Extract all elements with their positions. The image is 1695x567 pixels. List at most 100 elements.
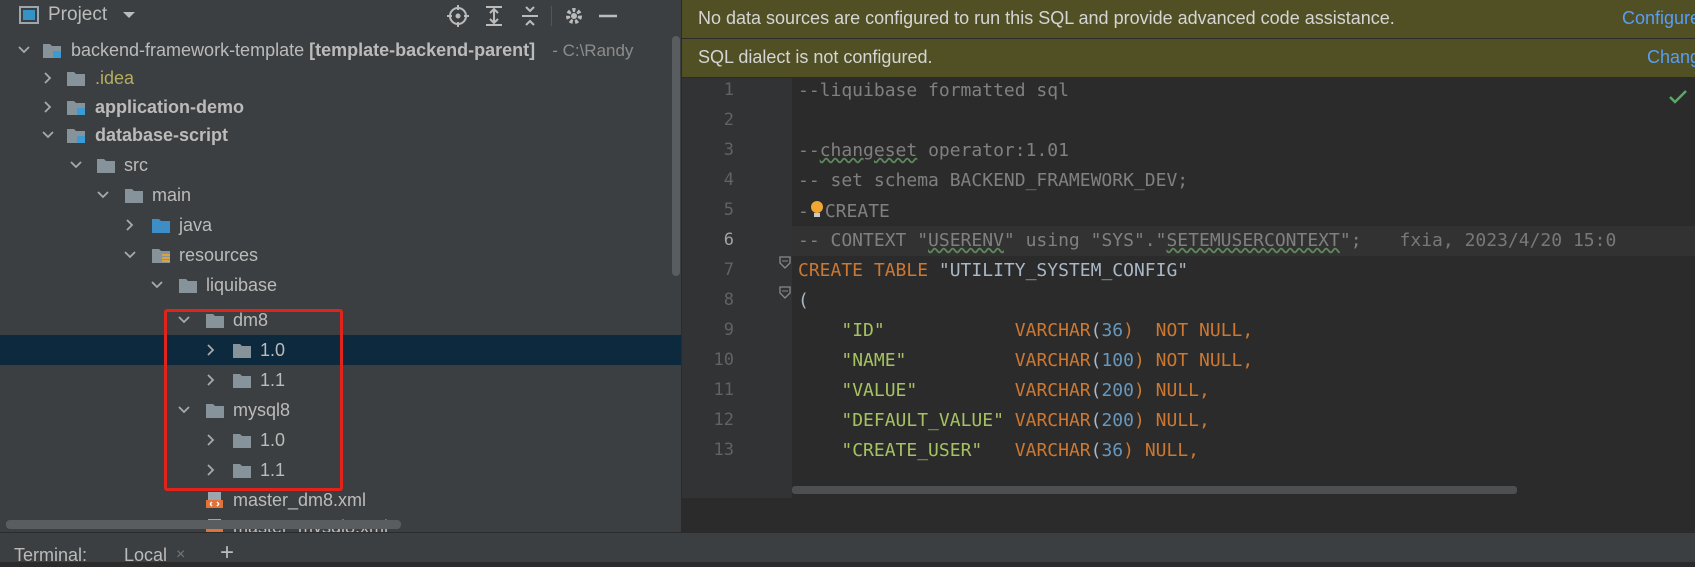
tree-item-liquibase[interactable]: liquibase	[0, 270, 681, 300]
keyword: ) NOT NULL,	[1123, 320, 1254, 341]
chevron-down-icon[interactable]	[18, 44, 30, 56]
comment-text: -- CONTEXT "	[798, 230, 929, 251]
chevron-down-icon[interactable]	[122, 8, 136, 22]
editor-horizontal-scrollbar[interactable]	[792, 486, 1517, 494]
tree-item-mysql8-1-0[interactable]: 1.0	[0, 425, 681, 455]
tree-item-backend-framework-template[interactable]: backend-framework-template [template-bac…	[0, 35, 681, 65]
close-tab-icon[interactable]: ×	[176, 546, 185, 564]
fold-icon[interactable]	[779, 256, 791, 270]
line-number: 4	[723, 170, 734, 190]
terminal-title[interactable]: Terminal:	[14, 545, 87, 566]
tab-local[interactable]: Local	[124, 545, 167, 566]
tree-item-label: main	[152, 185, 192, 205]
tree-item-label: src	[124, 155, 148, 175]
tree-vertical-scrollbar[interactable]	[672, 36, 680, 276]
tree-item-label: dm8	[233, 310, 269, 330]
chevron-down-icon[interactable]	[178, 314, 190, 326]
module-folder-icon	[67, 129, 85, 143]
terminal-tool-window-bar: Terminal: Local × +	[0, 532, 1695, 566]
expand-all-icon[interactable]	[482, 4, 506, 28]
tree-item-label: application-demo	[95, 97, 245, 117]
line-number: 11	[713, 380, 734, 400]
tree-item-dm8[interactable]: dm8	[0, 305, 681, 335]
column-name: "VALUE"	[841, 380, 918, 401]
project-header: Project	[0, 0, 681, 32]
chevron-right-icon[interactable]	[42, 101, 54, 113]
code-line-1: --liquibase formatted sql	[798, 80, 1069, 101]
new-tab-button[interactable]: +	[220, 539, 234, 567]
project-panel: Project backend-framework-template [temp…	[0, 0, 681, 532]
tree-item-java[interactable]: java	[0, 210, 681, 240]
chevron-right-icon[interactable]	[205, 344, 217, 356]
tree-item-idea[interactable]: .idea	[0, 63, 681, 93]
tree-item-src[interactable]: src	[0, 150, 681, 180]
tree-item-label: 1.1	[260, 460, 286, 480]
fold-icon[interactable]	[779, 286, 791, 300]
tree-item-label: .idea	[95, 68, 135, 88]
code-line-10: "NAME" VARCHAR(100) NOT NULL,	[841, 350, 1254, 371]
module-path-label: - C:\Randy	[552, 41, 634, 60]
keyword: ) NULL,	[1123, 440, 1200, 461]
sql-editor[interactable]: 1 2 3 4 5 6 7 8 9 10 11 12 13 --liquibas…	[682, 78, 1695, 498]
code-line-11: "VALUE" VARCHAR(200) NULL,	[841, 380, 1210, 401]
locate-icon[interactable]	[446, 4, 470, 28]
tree-item-label: master_dm8.xml	[233, 490, 367, 510]
code-line-12: "DEFAULT_VALUE" VARCHAR(200) NULL,	[841, 410, 1210, 431]
chevron-right-icon[interactable]	[205, 374, 217, 386]
tree-item-label: java	[179, 215, 213, 235]
code-line-4: -- set schema BACKEND_FRAMEWORK_DEV;	[798, 170, 1188, 191]
configure-link[interactable]: Configure	[1622, 8, 1695, 29]
line-number: 2	[723, 110, 734, 130]
minimize-icon[interactable]	[596, 4, 620, 28]
chevron-right-icon[interactable]	[42, 72, 54, 84]
inspection-ok-check-icon[interactable]	[1669, 90, 1687, 104]
code-line-13: "CREATE_USER" VARCHAR(36) NULL,	[841, 440, 1200, 461]
git-blame-annotation: fxia, 2023/4/20 15:0	[1399, 230, 1617, 251]
tree-item-resources[interactable]: resources	[0, 240, 681, 270]
xml-file-icon	[206, 492, 223, 508]
chevron-right-icon[interactable]	[205, 464, 217, 476]
folder-icon	[233, 344, 251, 358]
keyword: VARCHAR	[1014, 350, 1091, 371]
line-number-gutter: 1 2 3 4 5 6 7 8 9 10 11 12 13	[682, 78, 792, 498]
line-number: 12	[713, 410, 734, 430]
header-divider	[551, 6, 552, 26]
chevron-down-icon[interactable]	[97, 189, 109, 201]
tree-horizontal-scrollbar[interactable]	[6, 520, 401, 529]
tree-item-database-script[interactable]: database-script	[0, 120, 681, 150]
tree-item-label: resources	[179, 245, 259, 265]
line-number: 5	[723, 200, 734, 220]
module-folder-icon	[67, 101, 85, 115]
project-title[interactable]: Project	[48, 4, 107, 26]
chevron-down-icon[interactable]	[151, 279, 163, 291]
comment-text: CREATE	[824, 201, 890, 222]
chevron-down-icon[interactable]	[124, 249, 136, 261]
chevron-right-icon[interactable]	[205, 434, 217, 446]
code-line-6: -- CONTEXT "USERENV" using "SYS"."SETEMU…	[798, 230, 1616, 251]
lightbulb-icon[interactable]	[809, 200, 825, 220]
tree-item-mysql8-1-1[interactable]: 1.1	[0, 455, 681, 485]
comment-text: ";	[1339, 230, 1362, 251]
gear-icon[interactable]	[562, 4, 586, 28]
tree-item-label: liquibase	[206, 275, 278, 295]
column-name: "DEFAULT_VALUE"	[841, 410, 1004, 431]
chevron-down-icon[interactable]	[70, 159, 82, 171]
tree-item-master-dm8-xml[interactable]: master_dm8.xml	[0, 485, 681, 515]
chevron-down-icon[interactable]	[42, 129, 54, 141]
source-folder-icon	[152, 219, 170, 233]
module-name-label: [template-backend-parent]	[309, 40, 536, 60]
line-number: 3	[723, 140, 734, 160]
change-dialect-link[interactable]: Change	[1647, 47, 1695, 68]
tree-item-dm8-1-1[interactable]: 1.1	[0, 365, 681, 395]
chevron-right-icon[interactable]	[124, 219, 136, 231]
tree-item-mysql8[interactable]: mysql8	[0, 395, 681, 425]
tree-item-main[interactable]: main	[0, 180, 681, 210]
collapse-all-icon[interactable]	[518, 4, 542, 28]
keyword: CREATE TABLE	[798, 260, 929, 281]
chevron-down-icon[interactable]	[178, 404, 190, 416]
number: 36	[1101, 320, 1124, 341]
tree-item-application-demo[interactable]: application-demo	[0, 92, 681, 122]
folder-icon	[179, 279, 197, 293]
tree-item-dm8-1-0[interactable]: 1.0	[0, 335, 681, 365]
